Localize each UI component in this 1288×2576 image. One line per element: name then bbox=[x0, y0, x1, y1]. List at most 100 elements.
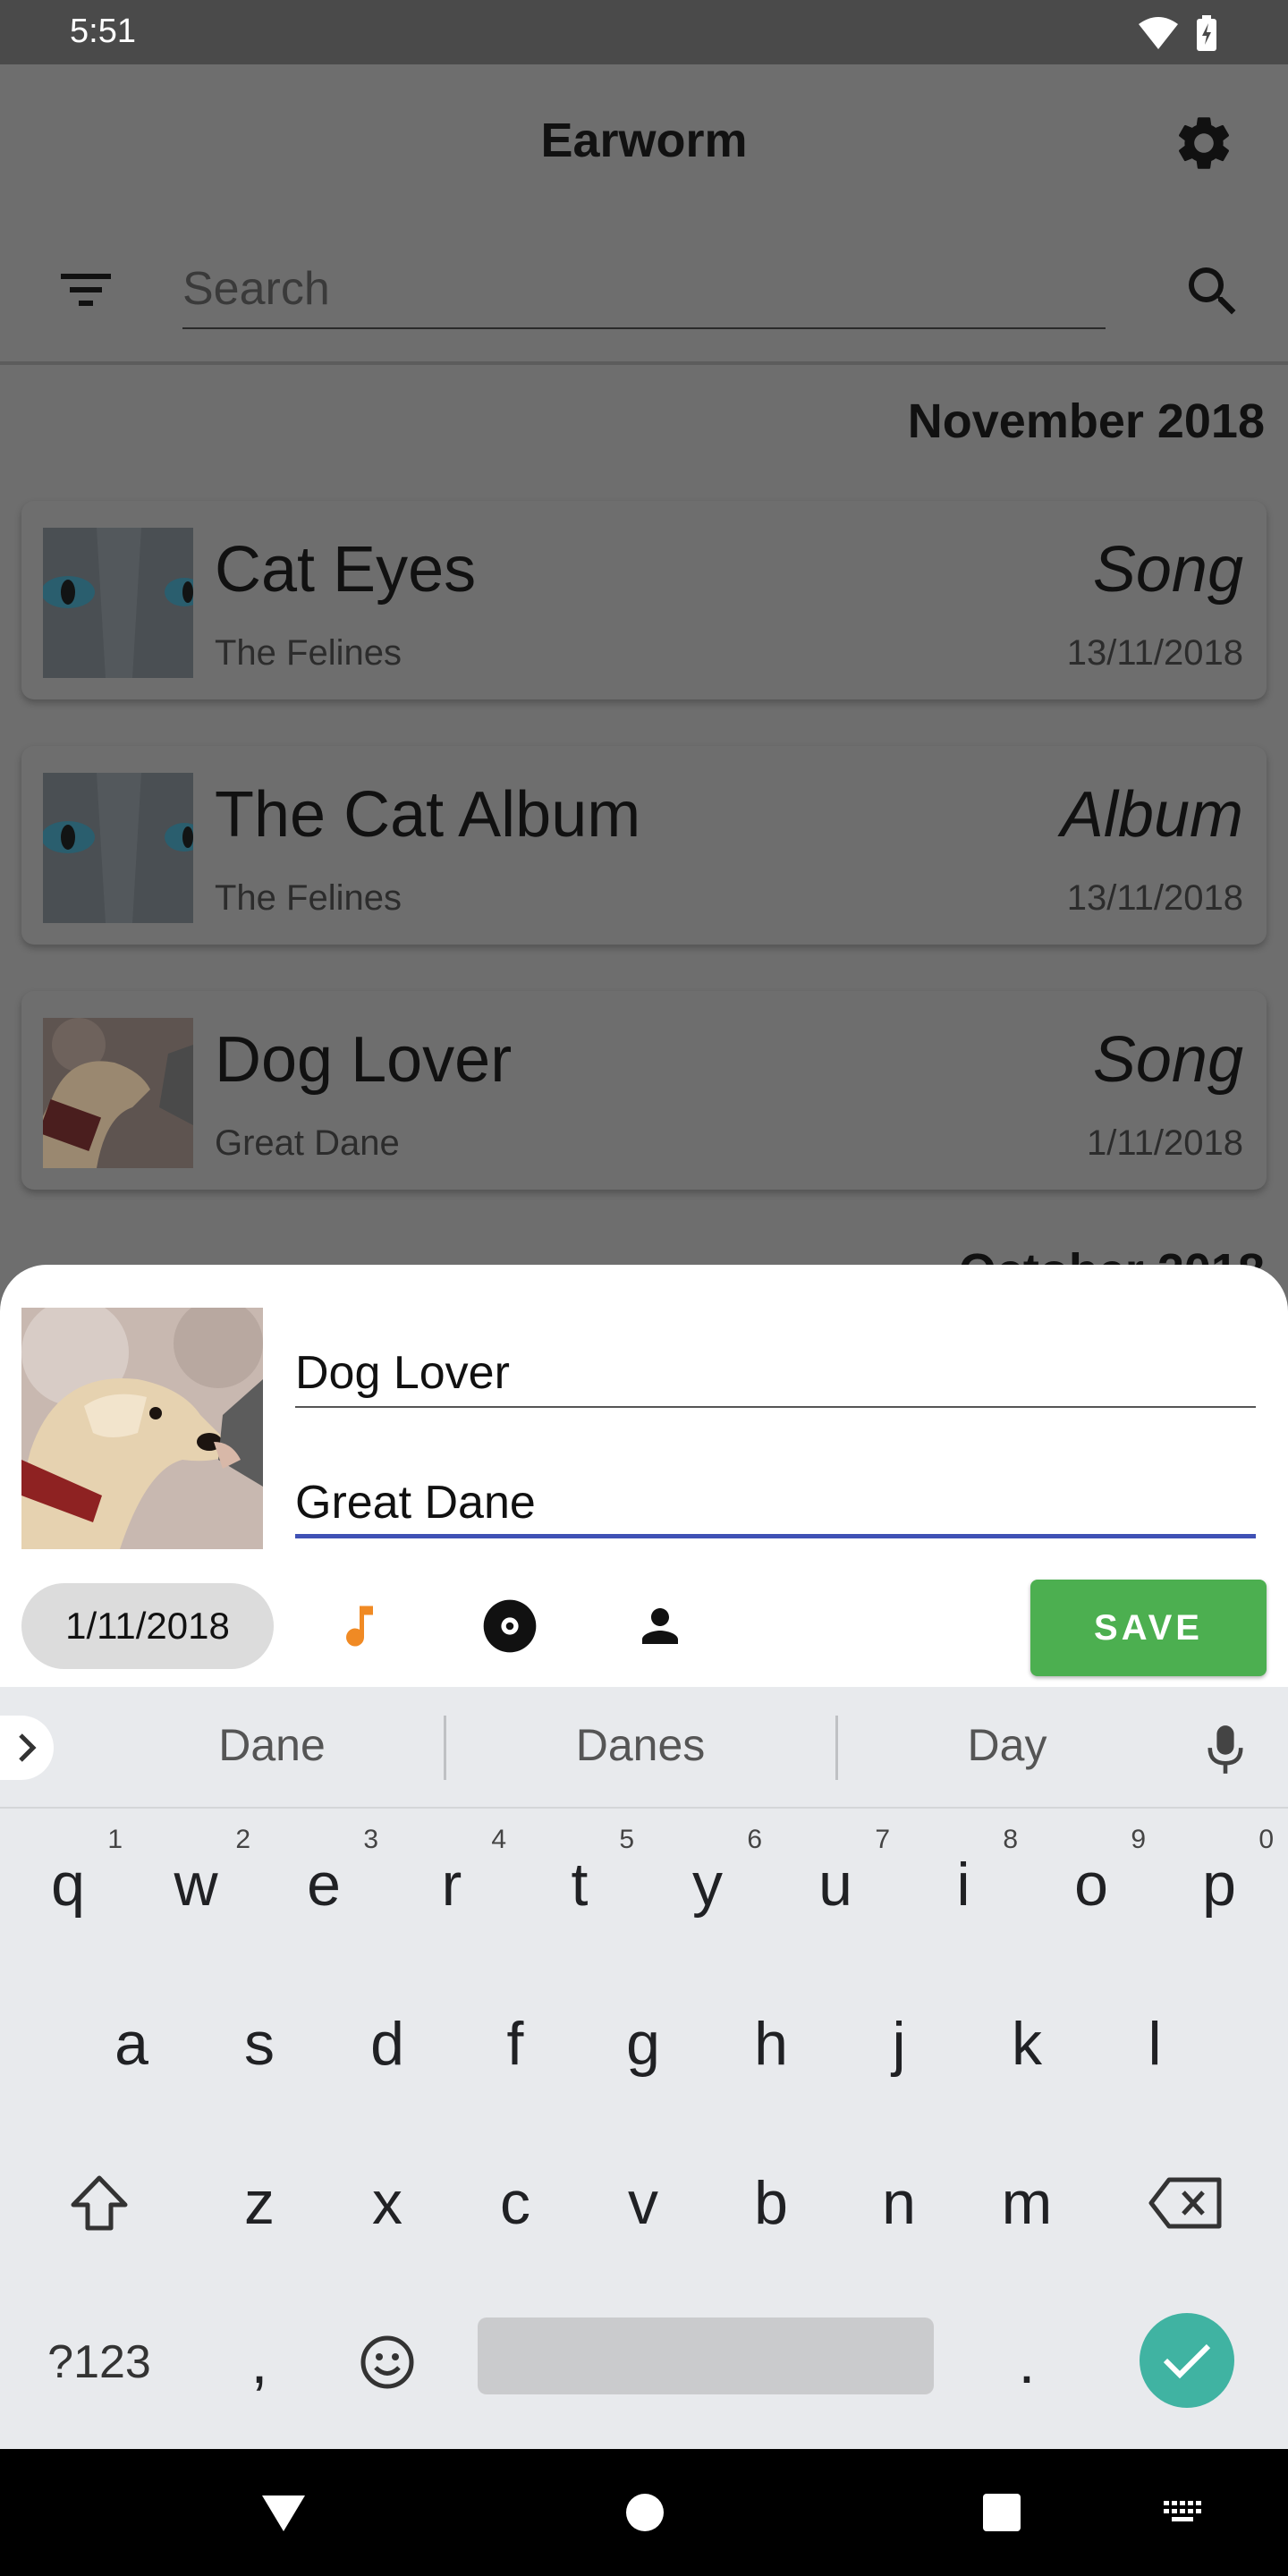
month-header: November 2018 bbox=[907, 394, 1265, 448]
key-q[interactable]: q1 bbox=[4, 1818, 131, 1952]
album-art bbox=[43, 773, 193, 923]
comma-key[interactable]: , bbox=[196, 2295, 323, 2429]
key-y[interactable]: y6 bbox=[644, 1818, 771, 1952]
list-item[interactable]: Dog Lover Song Great Dane 1/11/2018 bbox=[21, 991, 1267, 1190]
key-g[interactable]: g bbox=[580, 1977, 707, 2111]
backspace-icon bbox=[1148, 2177, 1222, 2229]
album-art bbox=[43, 1018, 193, 1168]
key-u[interactable]: u7 bbox=[772, 1818, 899, 1952]
key-i[interactable]: i8 bbox=[900, 1818, 1027, 1952]
symbols-key[interactable]: ?123 bbox=[36, 2295, 163, 2429]
item-date: 1/11/2018 bbox=[1087, 1123, 1243, 1163]
recents-button[interactable] bbox=[970, 2481, 1033, 2544]
search-input[interactable] bbox=[182, 250, 1106, 327]
item-type: Song bbox=[1092, 534, 1243, 606]
space-key[interactable] bbox=[478, 2318, 934, 2394]
key-z[interactable]: z bbox=[196, 2136, 323, 2270]
app-title: Earworm bbox=[540, 114, 748, 167]
search-button[interactable] bbox=[1181, 259, 1245, 324]
status-bar: 5:51 bbox=[0, 0, 1288, 64]
backspace-key[interactable] bbox=[1122, 2136, 1249, 2270]
suggestion[interactable]: Dane bbox=[102, 1719, 442, 1771]
shift-arrow-icon bbox=[71, 2175, 128, 2231]
battery-charging-icon bbox=[1197, 15, 1216, 51]
item-title: Cat Eyes bbox=[215, 534, 477, 606]
status-time: 5:51 bbox=[70, 13, 136, 50]
item-artist: The Felines bbox=[215, 633, 402, 673]
artist-field[interactable] bbox=[295, 1449, 1256, 1538]
type-album-button[interactable] bbox=[476, 1592, 544, 1660]
key-c[interactable]: c bbox=[452, 2136, 579, 2270]
wifi-icon bbox=[1139, 17, 1178, 49]
edit-sheet: 1/11/2018 SAVE bbox=[0, 1265, 1288, 1687]
settings-button[interactable] bbox=[1172, 111, 1236, 175]
key-h[interactable]: h bbox=[708, 1977, 835, 2111]
album-disc-icon bbox=[483, 1599, 537, 1653]
emoji-icon bbox=[360, 2335, 414, 2389]
search-field[interactable] bbox=[182, 250, 1106, 329]
checkmark-icon bbox=[1163, 2343, 1211, 2379]
key-l[interactable]: l bbox=[1091, 1977, 1218, 2111]
list-item[interactable]: Cat Eyes Song The Felines 13/11/2018 bbox=[21, 501, 1267, 699]
save-button[interactable]: SAVE bbox=[1030, 1580, 1267, 1676]
title-input[interactable] bbox=[295, 1318, 1256, 1406]
recents-square-icon bbox=[983, 2494, 1021, 2531]
voice-input-button[interactable] bbox=[1199, 1717, 1252, 1782]
home-button[interactable] bbox=[614, 2481, 676, 2544]
type-song-button[interactable] bbox=[326, 1592, 394, 1660]
status-icons bbox=[1138, 14, 1218, 52]
title-field[interactable] bbox=[295, 1318, 1256, 1408]
music-note-icon bbox=[346, 1606, 373, 1647]
key-a[interactable]: a bbox=[68, 1977, 195, 2111]
key-n[interactable]: n bbox=[835, 2136, 962, 2270]
key-k[interactable]: k bbox=[963, 1977, 1090, 2111]
artist-input[interactable] bbox=[295, 1449, 1256, 1534]
keyboard-switch-button[interactable] bbox=[1154, 2481, 1216, 2544]
emoji-key[interactable] bbox=[324, 2295, 451, 2429]
type-artist-button[interactable] bbox=[626, 1592, 694, 1660]
key-b[interactable]: b bbox=[708, 2136, 835, 2270]
key-r[interactable]: r4 bbox=[388, 1818, 515, 1952]
enter-key[interactable] bbox=[1140, 2313, 1234, 2408]
key-f[interactable]: f bbox=[452, 1977, 579, 2111]
item-type: Song bbox=[1092, 1024, 1243, 1096]
suggestions-expand-button[interactable] bbox=[0, 1716, 54, 1780]
album-art bbox=[43, 528, 193, 678]
suggestion-divider bbox=[444, 1716, 446, 1780]
appbar-divider bbox=[0, 361, 1288, 365]
search-icon bbox=[1189, 267, 1236, 315]
album-art-picker[interactable] bbox=[21, 1308, 263, 1549]
key-s[interactable]: s bbox=[196, 1977, 323, 2111]
key-j[interactable]: j bbox=[835, 1977, 962, 2111]
date-chip[interactable]: 1/11/2018 bbox=[21, 1583, 274, 1669]
key-d[interactable]: d bbox=[324, 1977, 451, 2111]
filter-list-icon bbox=[61, 274, 111, 306]
key-m[interactable]: m bbox=[963, 2136, 1090, 2270]
item-title: The Cat Album bbox=[215, 779, 641, 851]
item-title: Dog Lover bbox=[215, 1024, 513, 1096]
period-key[interactable]: . bbox=[963, 2295, 1090, 2429]
suggestion[interactable]: Day bbox=[837, 1719, 1177, 1771]
suggestion[interactable]: Danes bbox=[470, 1719, 810, 1771]
list-item[interactable]: The Cat Album Album The Felines 13/11/20… bbox=[21, 746, 1267, 945]
keyboard-icon bbox=[1164, 2501, 1201, 2521]
key-x[interactable]: x bbox=[324, 2136, 451, 2270]
navigation-bar bbox=[0, 2449, 1288, 2576]
key-p[interactable]: p0 bbox=[1156, 1818, 1283, 1952]
microphone-icon bbox=[1208, 1725, 1243, 1774]
shift-key[interactable] bbox=[36, 2136, 163, 2270]
person-icon bbox=[642, 1608, 678, 1644]
back-button[interactable] bbox=[252, 2481, 315, 2544]
item-date: 13/11/2018 bbox=[1066, 633, 1243, 673]
home-circle-icon bbox=[626, 2494, 664, 2531]
key-v[interactable]: v bbox=[580, 2136, 707, 2270]
suggestion-bar: Dane Danes Day bbox=[0, 1687, 1288, 1809]
gear-icon bbox=[1178, 117, 1230, 169]
key-t[interactable]: t5 bbox=[516, 1818, 643, 1952]
key-w[interactable]: w2 bbox=[132, 1818, 259, 1952]
item-type: Album bbox=[1060, 779, 1243, 851]
key-o[interactable]: o9 bbox=[1028, 1818, 1155, 1952]
key-e[interactable]: e3 bbox=[260, 1818, 387, 1952]
item-artist: The Felines bbox=[215, 878, 402, 918]
filter-button[interactable] bbox=[55, 263, 118, 317]
